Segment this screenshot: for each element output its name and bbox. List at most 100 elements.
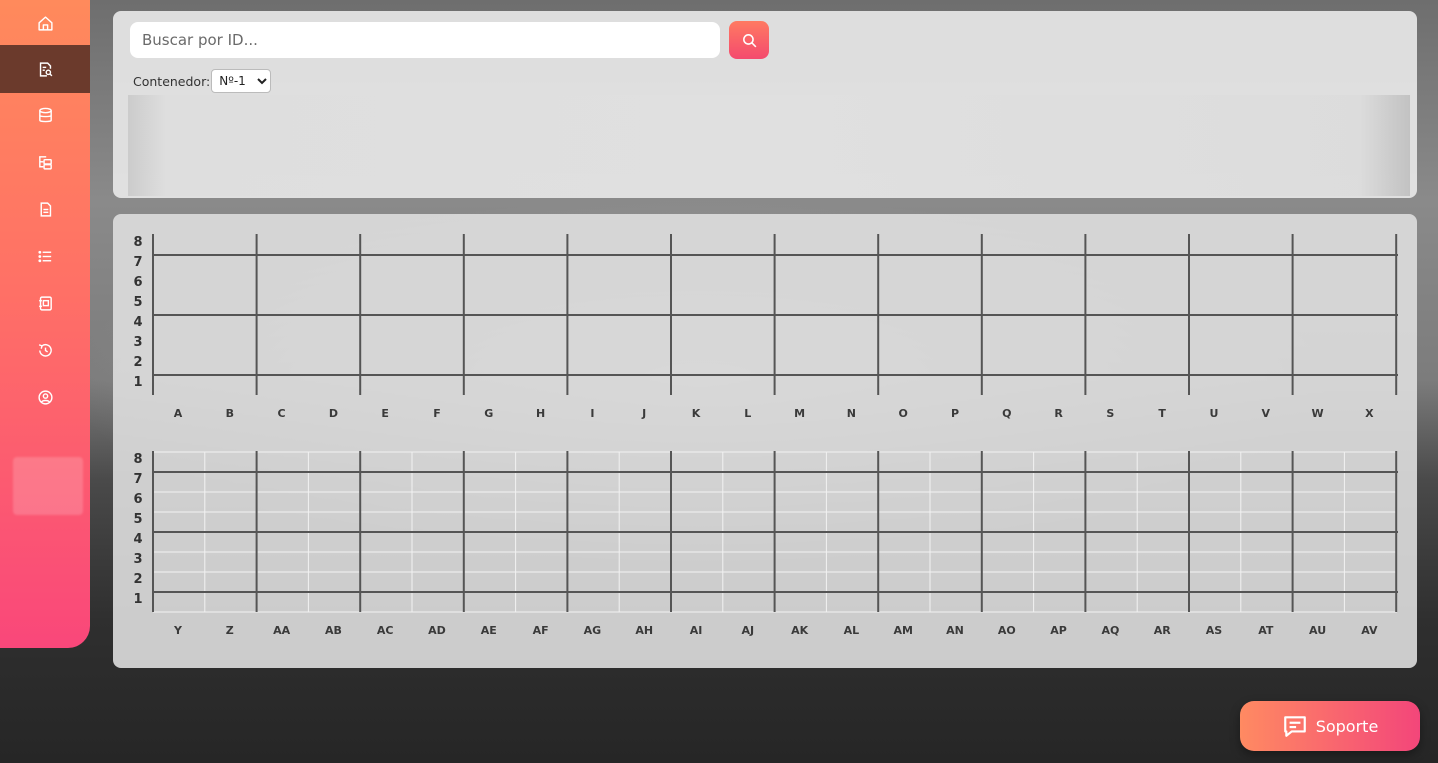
column-label: P bbox=[950, 407, 960, 420]
column-label: I bbox=[590, 407, 595, 420]
column-label: AP bbox=[1050, 624, 1067, 637]
database-icon bbox=[38, 107, 52, 122]
row-label: 4 bbox=[133, 532, 143, 547]
column-label: C bbox=[277, 407, 286, 420]
support-button[interactable]: Soporte bbox=[1240, 701, 1420, 751]
column-label: H bbox=[535, 407, 546, 420]
grid-lines-2 bbox=[152, 451, 1398, 613]
row-label: 6 bbox=[133, 492, 143, 507]
column-label: E bbox=[381, 407, 389, 420]
row-label: 1 bbox=[133, 375, 143, 390]
home-icon bbox=[37, 15, 53, 31]
column-label: F bbox=[433, 407, 441, 420]
sidebar-item-database[interactable] bbox=[0, 92, 90, 138]
column-label: AV bbox=[1361, 624, 1378, 637]
sidebar-item-search-document[interactable] bbox=[0, 45, 90, 93]
container-selector: Contenedor: Nº-1 bbox=[133, 69, 272, 93]
column-label: AK bbox=[791, 624, 809, 637]
sidebar-item-notebook[interactable] bbox=[0, 280, 90, 326]
column-label: V bbox=[1261, 407, 1271, 420]
column-label: J bbox=[642, 407, 647, 420]
notebook-icon bbox=[38, 295, 52, 311]
column-label: X bbox=[1365, 407, 1374, 420]
column-label: B bbox=[225, 407, 234, 420]
column-label: M bbox=[794, 407, 806, 420]
list-icon bbox=[37, 250, 51, 262]
container-grid-2: 8 7 6 5 4 3 2 1 Y Z AA AB AC AD AE AF AG AH AI AJ AK AL AM AN A… bbox=[113, 451, 1417, 646]
column-label: Q bbox=[1002, 407, 1012, 420]
user-circle-icon bbox=[37, 389, 53, 405]
column-label: Y bbox=[174, 624, 182, 637]
column-label: Z bbox=[225, 624, 234, 637]
column-label: AS bbox=[1205, 624, 1223, 637]
column-label: AJ bbox=[741, 624, 755, 637]
sidebar-item-file[interactable] bbox=[0, 186, 90, 232]
row-label: 3 bbox=[133, 552, 143, 567]
sidebar-item-list[interactable] bbox=[0, 233, 90, 279]
column-label: AG bbox=[583, 624, 602, 637]
column-label: AU bbox=[1309, 624, 1327, 637]
row-label: 4 bbox=[133, 315, 143, 330]
column-label: O bbox=[898, 407, 908, 420]
row-label: 2 bbox=[133, 355, 143, 370]
row-label: 8 bbox=[133, 235, 143, 250]
search-document-icon bbox=[39, 61, 52, 77]
sidebar-blurred-panel bbox=[13, 457, 83, 515]
row-label: 5 bbox=[133, 295, 143, 310]
chat-icon bbox=[1283, 716, 1306, 737]
grid-lines-1 bbox=[152, 234, 1398, 395]
column-label: AE bbox=[480, 624, 497, 637]
tree-list-icon bbox=[38, 155, 52, 170]
sidebar-item-home[interactable] bbox=[0, 0, 90, 46]
column-label: AR bbox=[1153, 624, 1171, 637]
grid-panel: 87654321 ABCDEFGHIJKLMNOPQRSTUVWX 876543… bbox=[113, 214, 1417, 668]
column-label: AC bbox=[376, 624, 394, 637]
column-label: A bbox=[173, 407, 183, 420]
container-grid-1: 8 7 6 5 4 3 2 1 A B C D E F G H I J K L M N O P Q R S T U V W X bbox=[113, 234, 1417, 429]
row-label: 1 bbox=[133, 592, 143, 607]
sidebar-item-profile[interactable] bbox=[0, 374, 90, 420]
column-label: AL bbox=[843, 624, 860, 637]
column-label: AT bbox=[1258, 624, 1274, 637]
sidebar-item-history[interactable] bbox=[0, 327, 90, 373]
search-button[interactable] bbox=[729, 21, 769, 59]
results-area bbox=[128, 95, 1410, 196]
sidebar-item-tree-list[interactable] bbox=[0, 139, 90, 185]
history-icon bbox=[38, 343, 52, 357]
column-label: AH bbox=[635, 624, 654, 637]
row-label: 5 bbox=[133, 512, 143, 527]
column-label: AO bbox=[997, 624, 1016, 637]
search-panel: Contenedor: Nº-1 bbox=[113, 11, 1417, 198]
column-label: D bbox=[328, 407, 338, 420]
column-label: R bbox=[1054, 407, 1063, 420]
column-label: T bbox=[1158, 407, 1166, 420]
row-label: 8 bbox=[133, 452, 143, 467]
row-label: 2 bbox=[133, 572, 143, 587]
row-label: 7 bbox=[133, 255, 143, 270]
column-label: AD bbox=[428, 624, 446, 637]
column-label: N bbox=[846, 407, 856, 420]
support-label: Soporte bbox=[1315, 716, 1379, 736]
column-label: U bbox=[1209, 407, 1219, 420]
search-input[interactable] bbox=[130, 22, 720, 58]
column-label: W bbox=[1311, 407, 1324, 420]
column-label: K bbox=[691, 407, 701, 420]
column-label: AF bbox=[532, 624, 549, 637]
row-label: 7 bbox=[133, 472, 143, 487]
file-icon bbox=[40, 201, 51, 217]
column-label: AM bbox=[893, 624, 913, 637]
column-label: S bbox=[1106, 407, 1115, 420]
container-label: Contenedor: bbox=[133, 73, 211, 89]
column-label: AI bbox=[689, 624, 703, 637]
column-label: L bbox=[744, 407, 752, 420]
row-label: 3 bbox=[133, 335, 143, 350]
column-label: AB bbox=[324, 624, 342, 637]
search-icon bbox=[742, 33, 756, 47]
column-label: AA bbox=[273, 624, 291, 637]
column-label: AQ bbox=[1101, 624, 1120, 637]
row-label: 6 bbox=[133, 275, 143, 290]
column-label: AN bbox=[946, 624, 964, 637]
sidebar bbox=[0, 0, 90, 648]
container-select[interactable]: Nº-1 bbox=[211, 69, 272, 93]
column-label: G bbox=[484, 407, 494, 420]
